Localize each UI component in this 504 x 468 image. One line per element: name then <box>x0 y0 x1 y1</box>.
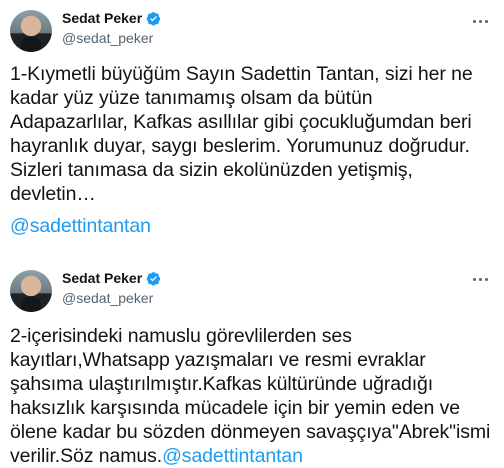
tweet-text-line: şahsıma ulaştırılmıştır.Kafkas kültüründ… <box>10 373 434 395</box>
tweet-text-last-line: verilir.Söz namus.@sadettintantan <box>10 444 498 468</box>
mention-link[interactable]: @sadettintantan <box>162 445 303 467</box>
tweet-text-line: devletin… <box>10 183 96 205</box>
tweet-text-line: Sizleri tanımasa da sizin ekolünüzden ye… <box>10 159 413 181</box>
avatar[interactable] <box>10 10 52 52</box>
tweet-card[interactable]: Sedat Peker @sedat_peker 2-içerisindeki … <box>0 258 504 467</box>
tweet-text-line: kayıtları,Whatsapp yazışmaları ve resmi … <box>10 349 426 371</box>
tweet-text-line: ölene kadar bu sözden dönmeyen savaşçıya… <box>10 421 491 443</box>
verified-badge-icon <box>146 11 161 25</box>
tweet-text-line: 2-içerisindeki namuslu görevlilerden ses <box>10 325 352 347</box>
tweet-card[interactable]: Sedat Peker @sedat_peker 1-Kıymetli büyü… <box>0 0 504 238</box>
author-row: Sedat Peker <box>62 10 161 26</box>
tweet-text-line: hayranlık duyar, saygı beslerim. Yorumun… <box>10 135 470 157</box>
tweet-text: 1-Kıymetli büyüğüm Sayın Sadettin Tantan… <box>10 62 498 238</box>
tweet-text-segment: verilir.Söz namus. <box>10 445 163 467</box>
display-name[interactable]: Sedat Peker <box>62 10 142 26</box>
avatar[interactable] <box>10 270 52 312</box>
more-horizontal-icon[interactable] <box>470 14 490 28</box>
author-row: Sedat Peker <box>62 270 161 286</box>
tweet-text-line: kadar yüz yüze tanımamış olsam da bütün <box>10 87 373 109</box>
tweet-text-line: Adapazarlılar, Kafkas asıllılar gibi çoc… <box>10 111 472 133</box>
display-name[interactable]: Sedat Peker <box>62 270 142 286</box>
verified-badge-icon <box>146 271 161 285</box>
mention-link[interactable]: @sadettintantan <box>10 214 498 238</box>
tweet-text-line: 1-Kıymetli büyüğüm Sayın Sadettin Tantan… <box>10 63 473 85</box>
handle[interactable]: @sedat_peker <box>62 30 153 46</box>
tweet-text: 2-içerisindeki namuslu görevlilerden ses… <box>10 324 498 468</box>
handle[interactable]: @sedat_peker <box>62 290 153 306</box>
tweet-text-line: haksızlık karşısında mücadele için bir y… <box>10 397 461 419</box>
more-horizontal-icon[interactable] <box>470 272 490 286</box>
